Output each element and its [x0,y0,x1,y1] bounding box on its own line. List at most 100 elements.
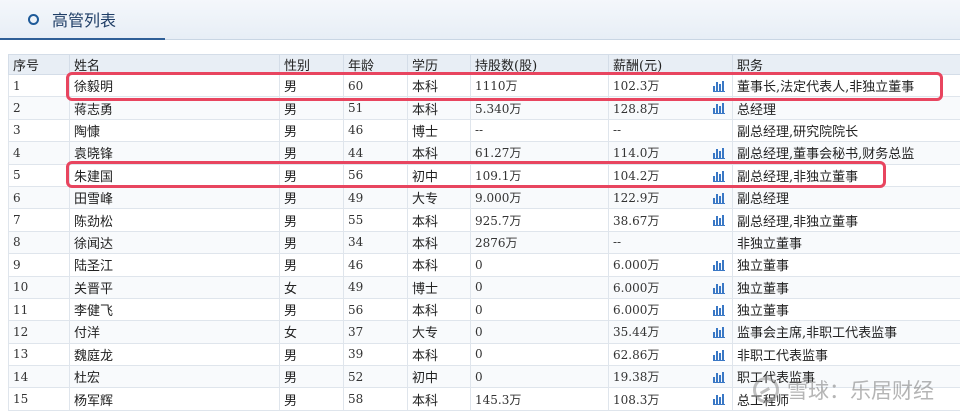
table-row[interactable]: 8 徐闻达 男 34 本科 2876万 -- 非独立董事 [8,230,960,255]
cell-name-text[interactable]: 陈劲松 [74,215,113,230]
cell-name-text[interactable]: 徐闻达 [74,237,113,252]
bar-chart-icon[interactable] [713,103,725,115]
bar-chart-icon[interactable] [713,81,725,92]
cell-name: 李健飞 [69,297,280,322]
cell-name-text[interactable]: 朱建国 [74,170,113,185]
cell-education: 博士 [407,118,471,143]
cell-name-text[interactable]: 付洋 [74,326,100,341]
table-row[interactable]: 7 陈劲松 男 55 本科 925.7万 38.67万 副总经理,非独立董事 [8,208,960,232]
cell-name-text[interactable]: 陶慷 [74,125,100,140]
cell-education-text: 初中 [412,169,439,185]
bar-chart-icon[interactable] [713,170,725,182]
cell-age: 34 [343,230,408,255]
cell-gender: 男 [279,73,344,98]
cell-salary-text: -- [613,235,622,250]
bar-chart-icon[interactable] [713,372,725,384]
cell-position: 监事会主席,非职工代表监事 [732,320,960,344]
tab-executives[interactable]: 高管列表 [0,0,165,40]
col-header-salary[interactable]: 薪酬(元) [608,54,733,75]
cell-shares: 1110万 [470,73,609,98]
table-row[interactable]: 3 陶慷 男 46 博士 -- -- 副总经理,研究院院长 [8,118,960,143]
col-header-gender[interactable]: 性别 [279,54,344,75]
bar-chart-icon[interactable] [713,260,725,272]
cell-age: 46 [343,253,408,277]
cell-index: 4 [8,141,70,165]
watermark-text: 雪球：乐居财经 [787,379,934,403]
cell-age-text: 46 [348,123,364,138]
col-header-education[interactable]: 学历 [407,54,471,75]
cell-index: 5 [8,163,70,187]
cell-name-text[interactable]: 杜宏 [74,371,100,386]
cell-index-text: 9 [13,257,21,272]
cell-name: 杜宏 [69,365,280,389]
table-row[interactable]: 4 袁晓锋 男 44 本科 61.27万 114.0万 副总经理,董事会秘书,财务总监 [8,141,960,165]
col-header-age[interactable]: 年龄 [343,54,408,75]
cell-index: 13 [8,342,70,367]
cell-name: 关晋平 [69,275,280,299]
cell-position: 副总经理,非独立董事 [732,208,960,232]
cell-index-text: 15 [13,392,29,407]
cell-education-text: 本科 [412,393,439,409]
cell-age: 51 [343,96,408,120]
cell-age: 58 [343,387,408,411]
cell-index-text: 3 [13,123,21,138]
cell-shares-text: 145.3万 [475,392,522,407]
table-row[interactable]: 10 关晋平 女 49 博士 0 6.000万 独立董事 [8,275,960,299]
cell-age-text: 60 [348,78,364,93]
cell-shares-text: 0 [475,324,483,339]
cell-name-text[interactable]: 杨军辉 [74,394,113,409]
col-header-position[interactable]: 职务 [732,54,960,75]
table-row[interactable]: 6 田雪峰 男 49 大专 9.000万 122.9万 副总经理 [8,185,960,210]
cell-shares: 0 [470,365,609,389]
cell-age-text: 55 [348,213,364,228]
cell-name-text[interactable]: 袁晓锋 [74,147,113,162]
cell-name-text[interactable]: 关晋平 [74,282,113,297]
table-row[interactable]: 2 蒋志勇 男 51 本科 5.340万 128.8万 总经理 [8,96,960,120]
col-header-shares[interactable]: 持股数(股) [470,54,609,75]
cell-salary: 6.000万 [608,297,733,322]
bar-chart-icon[interactable] [713,282,725,294]
bar-chart-icon[interactable] [713,349,725,361]
bar-chart-icon[interactable] [713,215,725,227]
cell-shares: 0 [470,253,609,277]
bar-chart-icon[interactable] [713,304,725,316]
cell-gender: 男 [279,141,344,165]
bar-chart-icon[interactable] [713,327,725,339]
cell-name-text[interactable]: 蒋志勇 [74,103,113,118]
cell-salary-text: 6.000万 [613,280,660,295]
cell-position-text: 副总经理 [737,192,790,208]
cell-position-text: 副总经理,研究院院长 [737,124,859,140]
watermark: 雪球：乐居财经 [753,375,934,405]
table-row[interactable]: 11 李健飞 男 56 本科 0 6.000万 独立董事 [8,297,960,322]
cell-name-text[interactable]: 徐毅明 [74,80,113,95]
bar-chart-icon[interactable] [713,148,725,160]
table-row[interactable]: 12 付洋 女 37 大专 0 35.44万 监事会主席,非职工代表监事 [8,320,960,344]
col-header-name[interactable]: 姓名 [69,54,280,75]
cell-index: 7 [8,208,70,232]
cell-name-text[interactable]: 田雪峰 [74,192,113,207]
table-row[interactable]: 5 朱建国 男 56 初中 109.1万 104.2万 副总经理,非独立董事 [8,163,960,187]
cell-name-text[interactable]: 李健飞 [74,304,113,319]
cell-gender-text: 男 [284,80,298,96]
cell-gender-text: 女 [284,281,298,297]
table-row[interactable]: 9 陆圣江 男 46 本科 0 6.000万 独立董事 [8,253,960,277]
cell-education: 本科 [407,73,471,98]
cell-name-text[interactable]: 魏庭龙 [74,349,113,364]
cell-position-text: 董事长,法定代表人,非独立董事 [737,80,915,96]
col-header-index[interactable]: 序号 [8,54,70,75]
cell-shares: -- [470,118,609,143]
cell-shares-text: 0 [475,347,483,362]
cell-age: 44 [343,141,408,165]
bar-chart-icon[interactable] [713,394,725,406]
table-row[interactable]: 1 徐毅明 男 60 本科 1110万 102.3万 董事长,法定代表人,非独立董事 [8,73,960,98]
cell-name-text[interactable]: 陆圣江 [74,259,113,274]
table-row[interactable]: 13 魏庭龙 男 39 本科 0 62.86万 非职工代表监事 [8,342,960,367]
cell-age: 46 [343,118,408,143]
cell-index-text: 7 [13,213,21,228]
cell-age-text: 46 [348,257,364,272]
bar-chart-icon[interactable] [713,192,725,204]
cell-salary: 104.2万 [608,163,733,187]
cell-index-text: 12 [13,324,29,339]
cell-shares-text: 2876万 [475,235,518,250]
cell-age-text: 51 [348,101,364,116]
